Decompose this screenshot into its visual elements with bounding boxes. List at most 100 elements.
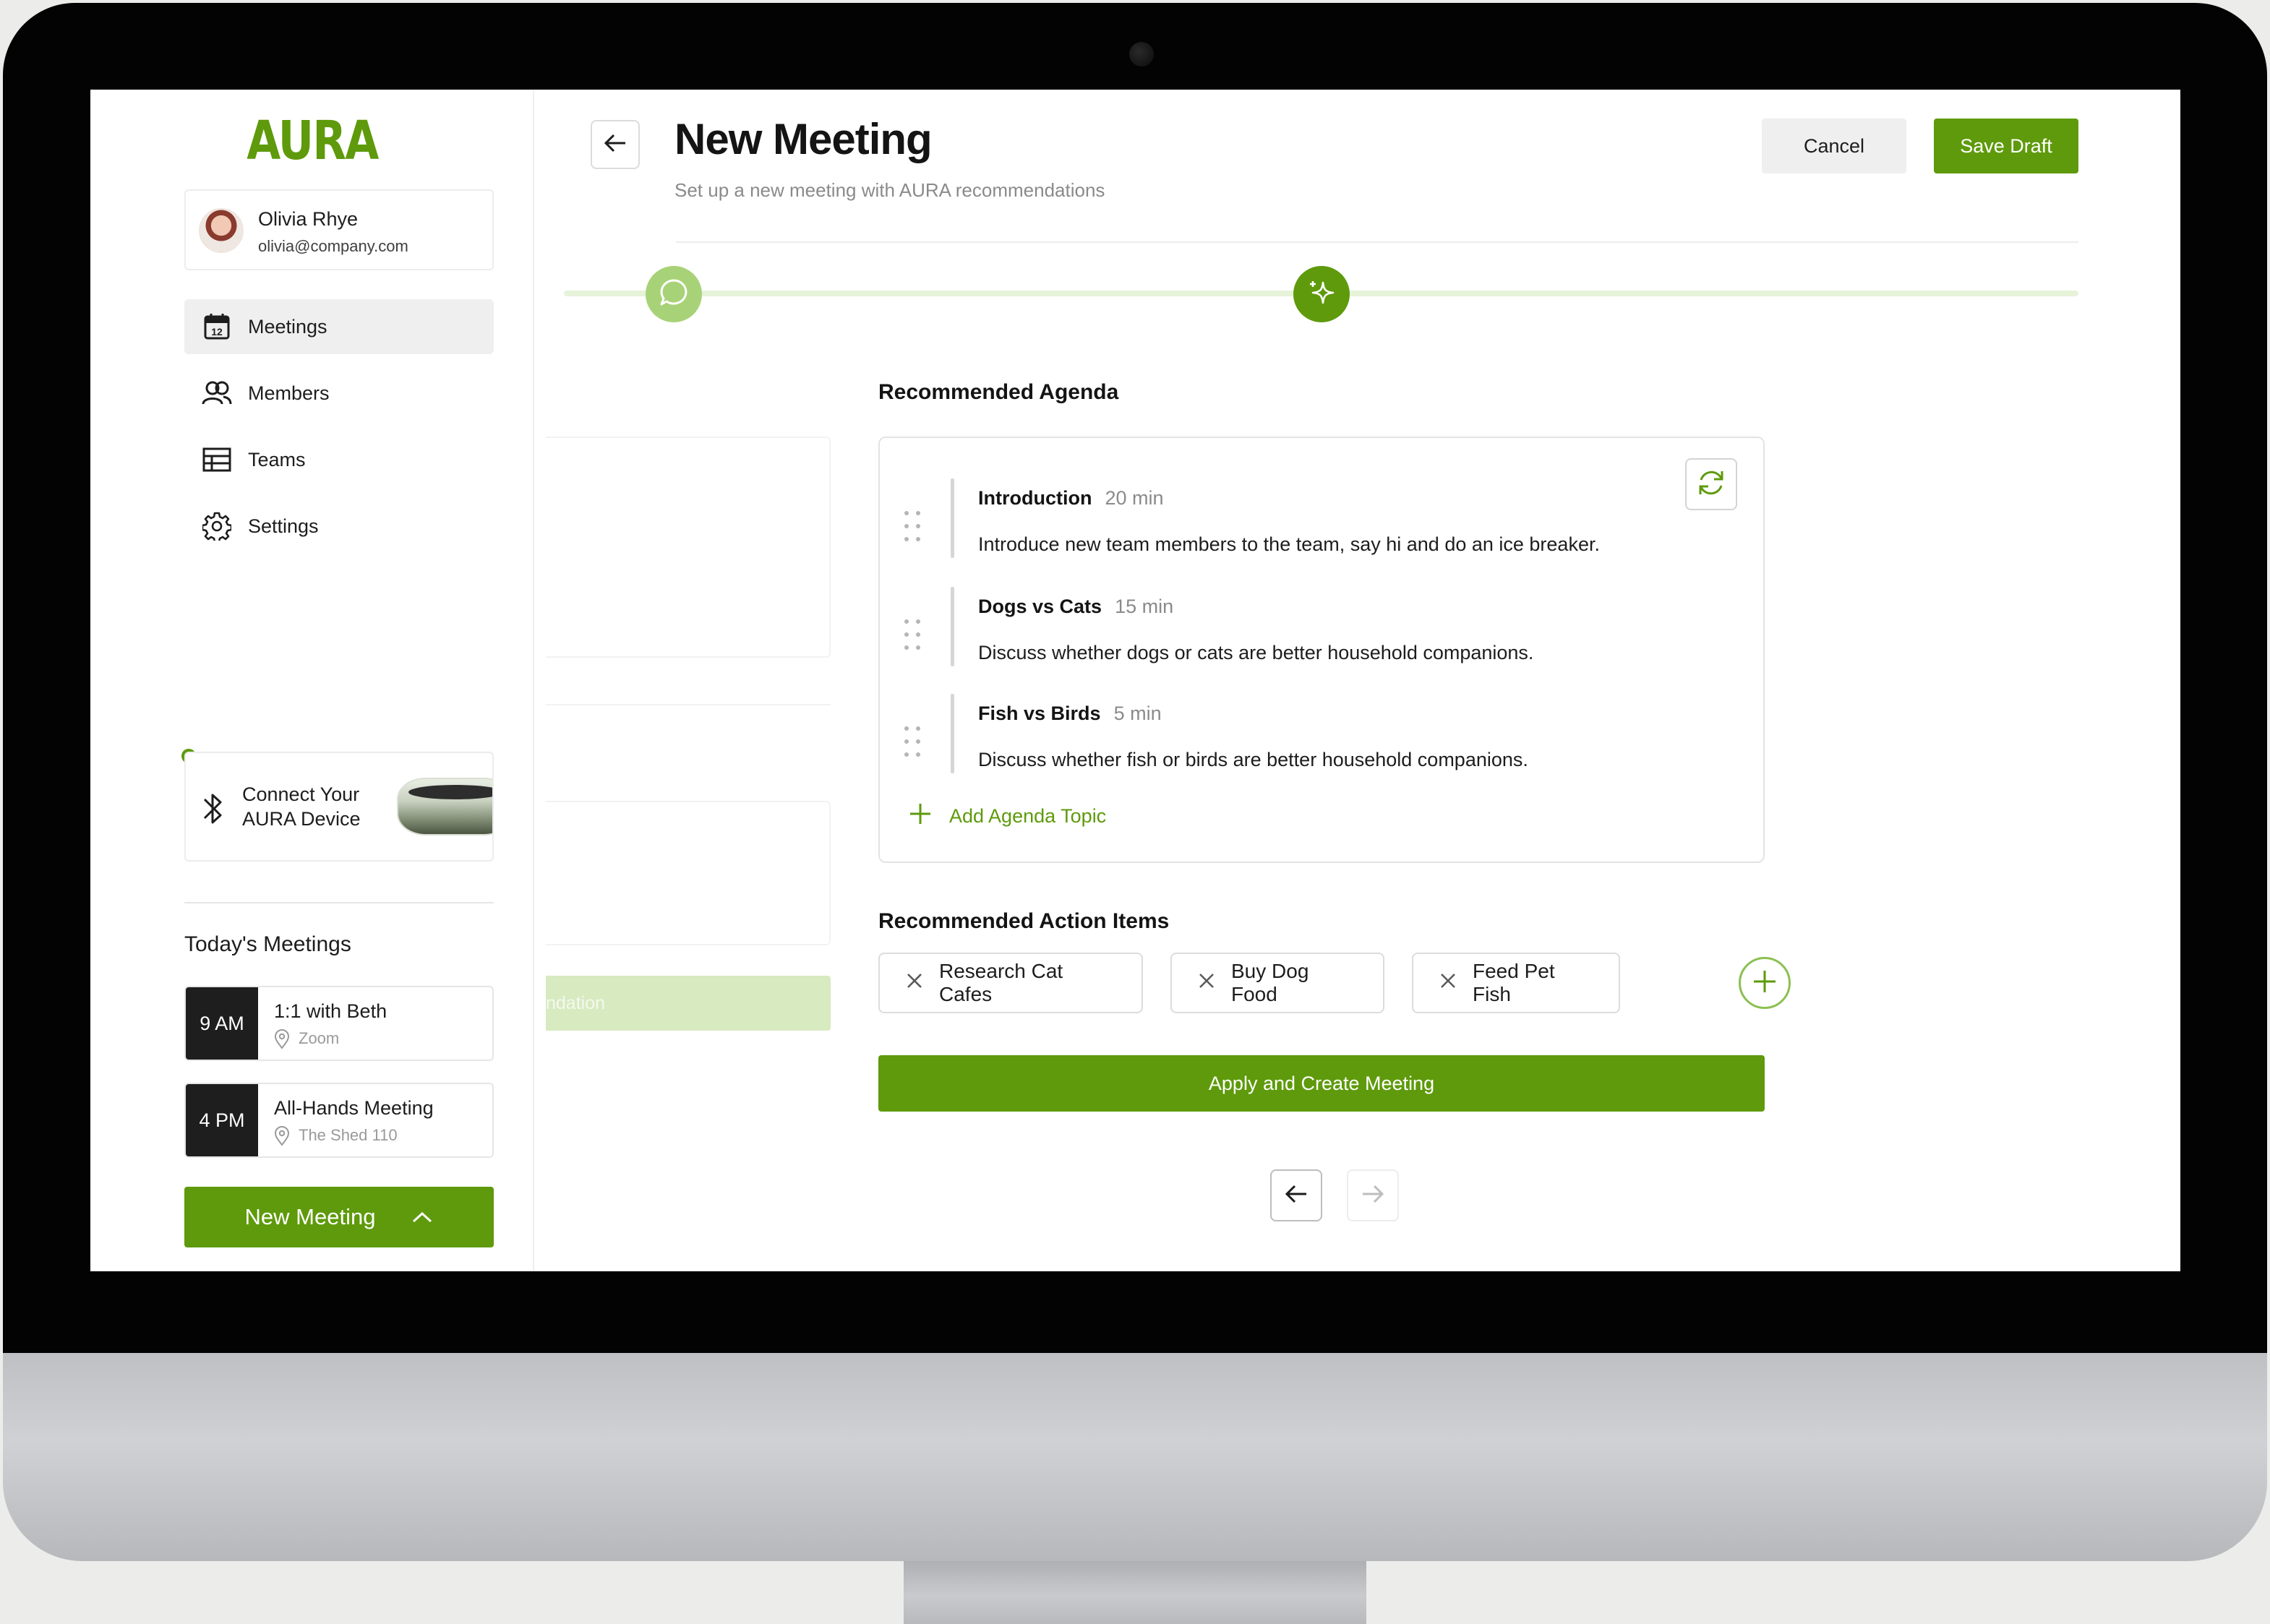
- sidebar-item-label: Teams: [248, 448, 306, 471]
- add-agenda-topic-label: Add Agenda Topic: [949, 805, 1107, 827]
- meeting-title: All-Hands Meeting: [274, 1097, 434, 1119]
- page-title: New Meeting: [674, 115, 933, 163]
- meeting-title: 1:1 with Beth: [274, 1000, 387, 1022]
- plus-icon: [909, 802, 932, 830]
- header-divider: [676, 241, 2078, 243]
- agenda-item-title: Dogs vs Cats 15 min: [978, 596, 1173, 618]
- users-icon: [202, 378, 232, 408]
- sidebar-item-settings[interactable]: Settings: [184, 499, 494, 554]
- apply-create-meeting-button[interactable]: Apply and Create Meeting: [878, 1055, 1765, 1112]
- sidebar-item-members[interactable]: Members: [184, 366, 494, 421]
- chat-bubble-icon: [658, 277, 690, 312]
- new-meeting-label: New Meeting: [244, 1204, 376, 1229]
- action-item-chip[interactable]: Feed Pet Fish: [1412, 953, 1620, 1013]
- action-items-heading: Recommended Action Items: [878, 909, 1170, 933]
- agenda-item[interactable]: Dogs vs Cats 15 min Discuss whether dogs …: [901, 587, 1697, 685]
- agenda-item-bar: [951, 587, 954, 666]
- agenda-item-title: Fish vs Birds 5 min: [978, 703, 1162, 725]
- chevron-up-icon: [411, 1204, 433, 1230]
- agenda-duration: 20 min: [1105, 487, 1164, 509]
- webcam: [1129, 42, 1154, 66]
- agenda-item-bar: [951, 694, 954, 773]
- ghost-panel-divider: [546, 704, 831, 705]
- close-icon[interactable]: [1198, 971, 1215, 994]
- sidebar: AURA Olivia Rhye olivia@company.com 12 M…: [90, 90, 534, 1271]
- agenda-heading: Recommended Agenda: [878, 380, 1119, 404]
- sparkle-icon: [1306, 277, 1337, 312]
- calendar-icon: 12: [202, 312, 232, 342]
- meeting-card[interactable]: 4 PM All-Hands Meeting The Shed 110: [184, 1083, 494, 1158]
- todays-meetings-heading: Today's Meetings: [184, 932, 351, 956]
- avatar: [199, 208, 244, 253]
- drag-handle-icon[interactable]: [901, 724, 923, 759]
- agenda-box: Introduction 20 min Introduce new team me…: [878, 437, 1765, 863]
- monitor-stand: [904, 1554, 1366, 1624]
- sidebar-item-label: Members: [248, 382, 330, 404]
- meeting-location: Zoom: [299, 1029, 340, 1047]
- close-icon[interactable]: [906, 971, 923, 994]
- agenda-item[interactable]: Fish vs Birds 5 min Discuss whether fish …: [901, 694, 1697, 792]
- user-card[interactable]: Olivia Rhye olivia@company.com: [184, 189, 494, 270]
- drag-handle-icon[interactable]: [901, 617, 923, 652]
- agenda-item-description: Discuss whether dogs or cats are better …: [978, 642, 1534, 663]
- action-item-label: Feed Pet Fish: [1473, 960, 1555, 1005]
- agenda-item-title: Introduction 20 min: [978, 487, 1164, 510]
- step-2-indicator[interactable]: [1293, 266, 1350, 322]
- back-button[interactable]: [591, 120, 640, 169]
- save-draft-button[interactable]: Save Draft: [1934, 119, 2078, 173]
- sidebar-item-label: Settings: [248, 515, 319, 537]
- agenda-item-description: Introduce new team members to the team, …: [978, 533, 1600, 555]
- agenda-item[interactable]: Introduction 20 min Introduce new team me…: [901, 478, 1697, 577]
- agenda-duration: 5 min: [1113, 703, 1162, 724]
- cancel-button[interactable]: Cancel: [1762, 119, 1906, 173]
- agenda-item-bar: [951, 478, 954, 558]
- drag-handle-icon[interactable]: [901, 509, 923, 544]
- add-agenda-topic-button[interactable]: Add Agenda Topic: [909, 802, 1106, 830]
- agenda-topic: Dogs vs Cats: [978, 596, 1102, 617]
- close-icon[interactable]: [1439, 971, 1457, 994]
- monitor-chin: [3, 1344, 2267, 1561]
- aura-ring-image: [397, 778, 492, 835]
- user-email: olivia@company.com: [258, 237, 408, 255]
- refresh-icon: [1695, 467, 1727, 502]
- calendar-day-number: 12: [211, 326, 223, 338]
- location-pin-icon: [274, 1126, 293, 1146]
- meeting-location: The Shed 110: [299, 1126, 398, 1144]
- page-subtitle: Set up a new meeting with AURA recommend…: [674, 179, 1105, 201]
- agenda-topic: Introduction: [978, 487, 1092, 509]
- device-line-1: Connect Your: [242, 783, 360, 805]
- table-icon: [202, 444, 232, 475]
- user-name: Olivia Rhye: [258, 208, 359, 230]
- action-item-chip[interactable]: Research Cat Cafes: [878, 953, 1143, 1013]
- meeting-time: 9 AM: [186, 987, 258, 1060]
- location-pin-icon: [274, 1029, 293, 1049]
- sidebar-divider: [184, 902, 494, 903]
- add-action-item-button[interactable]: [1739, 957, 1791, 1009]
- meeting-time: 4 PM: [186, 1084, 258, 1156]
- step-1-indicator[interactable]: [646, 266, 702, 322]
- agenda-item-description: Discuss whether fish or birds are better…: [978, 749, 1528, 770]
- action-item-label: Buy Dog Food: [1231, 960, 1309, 1005]
- previous-step-button[interactable]: [1270, 1169, 1322, 1221]
- bluetooth-icon: [199, 789, 228, 828]
- new-meeting-button[interactable]: New Meeting: [184, 1187, 494, 1247]
- sidebar-item-label: Meetings: [248, 315, 327, 338]
- sidebar-nav: 12 Meetings Members Teams Settings: [184, 299, 494, 565]
- agenda-duration: 15 min: [1115, 596, 1174, 617]
- connect-device-card[interactable]: Connect Your AURA Device: [184, 752, 494, 862]
- meeting-card[interactable]: 9 AM 1:1 with Beth Zoom: [184, 986, 494, 1061]
- device-text: Connect Your AURA Device: [242, 782, 361, 831]
- gear-icon: [202, 511, 232, 541]
- action-item-chip[interactable]: Buy Dog Food: [1170, 953, 1384, 1013]
- sidebar-item-teams[interactable]: Teams: [184, 432, 494, 487]
- arrow-left-icon: [604, 133, 627, 157]
- sidebar-item-meetings[interactable]: 12 Meetings: [184, 299, 494, 354]
- plus-icon: [1752, 968, 1778, 998]
- app-logo[interactable]: AURA: [130, 110, 494, 172]
- agenda-topic: Fish vs Birds: [978, 703, 1101, 724]
- app-screen: AURA Olivia Rhye olivia@company.com 12 M…: [90, 90, 2180, 1271]
- next-step-button[interactable]: [1347, 1169, 1399, 1221]
- arrow-right-icon: [1361, 1184, 1384, 1208]
- device-line-2: AURA Device: [242, 808, 361, 830]
- ghost-panel-card: [546, 437, 831, 658]
